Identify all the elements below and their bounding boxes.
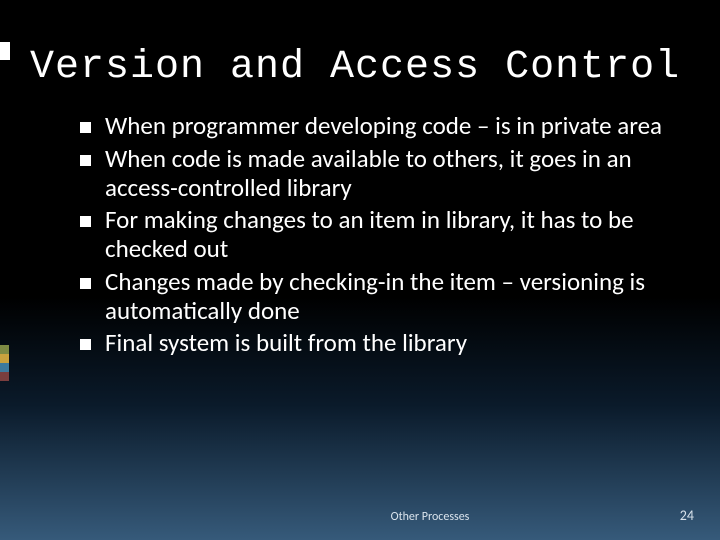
slide-title: Version and Access Control xyxy=(0,0,720,100)
list-item: Changes made by checking-in the item – v… xyxy=(80,268,680,326)
bullet-text: Final system is built from the library xyxy=(105,329,680,358)
bullet-icon xyxy=(80,278,91,289)
slide: Version and Access Control When programm… xyxy=(0,0,720,540)
bullet-text: For making changes to an item in library… xyxy=(105,206,680,264)
list-item: When code is made available to others, i… xyxy=(80,145,680,203)
bullet-icon xyxy=(80,216,91,227)
list-item: For making changes to an item in library… xyxy=(80,206,680,264)
bullet-text: When code is made available to others, i… xyxy=(105,145,680,203)
bullet-icon xyxy=(80,122,91,133)
bullet-text: Changes made by checking-in the item – v… xyxy=(105,268,680,326)
list-item: Final system is built from the library xyxy=(80,329,680,358)
left-decor-top xyxy=(0,42,10,62)
bullet-list: When programmer developing code – is in … xyxy=(80,112,680,358)
list-item: When programmer developing code – is in … xyxy=(80,112,680,141)
bullet-icon xyxy=(80,155,91,166)
bullet-text: When programmer developing code – is in … xyxy=(105,112,680,141)
footer-label: Other Processes xyxy=(0,510,720,524)
bullet-icon xyxy=(80,339,91,350)
left-decor-bottom xyxy=(0,345,9,381)
content-area: When programmer developing code – is in … xyxy=(0,100,720,358)
page-number: 24 xyxy=(680,507,694,524)
